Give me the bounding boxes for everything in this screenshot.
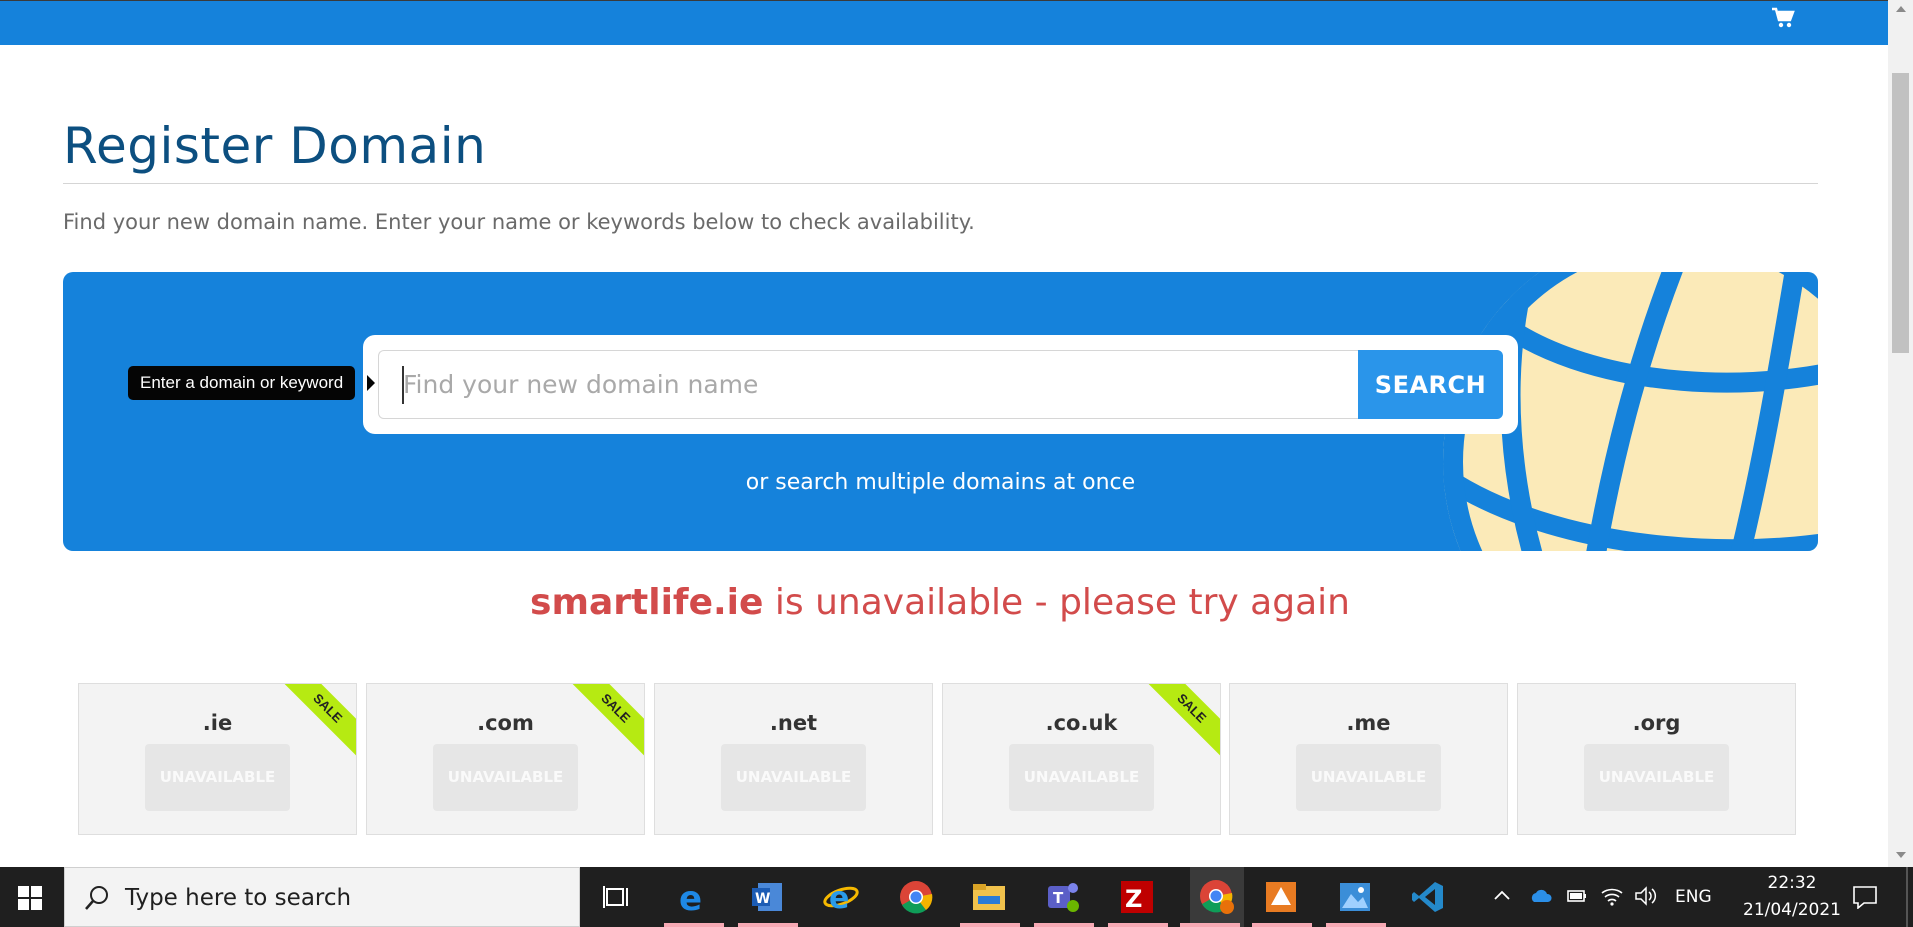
tld-name: .org	[1632, 711, 1681, 735]
active-app-indicator	[1326, 923, 1386, 927]
availability-status-text: is unavailable - please try again	[763, 582, 1350, 623]
intro-text: Find your new domain name. Enter your na…	[63, 210, 975, 234]
top-nav-bar	[0, 0, 1888, 45]
svg-text:W: W	[755, 891, 770, 907]
active-app-indicator	[960, 923, 1020, 927]
clock-date[interactable]: 21/04/2021	[1727, 900, 1857, 920]
svg-text:T: T	[1053, 889, 1064, 907]
search-icon	[85, 886, 108, 910]
teams-icon[interactable]: T	[1044, 877, 1082, 917]
filezilla-icon[interactable]: Z	[1118, 877, 1156, 917]
language-indicator[interactable]: ENG	[1675, 887, 1712, 907]
tld-card-ie: .ie UNAVAILABLE SALE	[78, 683, 357, 835]
domain-search-input[interactable]	[378, 350, 1358, 419]
searched-domain: smartlife.ie	[530, 582, 764, 623]
active-app-indicator	[1180, 923, 1240, 927]
tld-status-button[interactable]: UNAVAILABLE	[433, 744, 578, 811]
tld-card-org: .org UNAVAILABLE	[1517, 683, 1796, 835]
show-desktop-button[interactable]	[1906, 867, 1908, 927]
tld-status-button[interactable]: UNAVAILABLE	[1296, 744, 1441, 811]
chrome-icon[interactable]	[897, 877, 935, 917]
edge-icon[interactable]: e	[674, 877, 712, 917]
photos-icon[interactable]	[1336, 877, 1374, 917]
search-tooltip: Enter a domain or keyword	[128, 366, 356, 400]
tld-status-button[interactable]: UNAVAILABLE	[1584, 744, 1729, 811]
title-divider	[63, 183, 1818, 184]
active-app-indicator	[738, 923, 798, 927]
tooltip-arrow	[367, 375, 375, 391]
availability-message: smartlife.ie is unavailable - please try…	[0, 582, 1880, 623]
scrollbar-thumb[interactable]	[1892, 73, 1909, 353]
chevron-up-icon[interactable]	[1494, 889, 1510, 901]
volume-icon[interactable]	[1634, 886, 1658, 906]
tld-card-net: .net UNAVAILABLE	[654, 683, 933, 835]
shopping-cart-icon[interactable]	[1771, 7, 1795, 29]
scroll-up-arrow-icon[interactable]	[1896, 6, 1906, 12]
browser-page: Register Domain Find your new domain nam…	[0, 0, 1913, 927]
clock-time[interactable]: 22:32	[1752, 873, 1832, 893]
search-box: SEARCH	[363, 335, 1518, 434]
tld-status-button[interactable]: UNAVAILABLE	[721, 744, 866, 811]
notification-icon[interactable]	[1852, 885, 1878, 909]
tld-name: .me	[1346, 711, 1391, 735]
battery-icon[interactable]	[1564, 887, 1588, 905]
taskbar-search-placeholder: Type here to search	[125, 885, 352, 911]
tld-status-button[interactable]: UNAVAILABLE	[1009, 744, 1154, 811]
tld-status-button[interactable]: UNAVAILABLE	[145, 744, 290, 811]
svg-text:e: e	[679, 880, 702, 914]
chrome-profile-icon[interactable]	[1190, 867, 1244, 927]
active-app-indicator	[1034, 923, 1094, 927]
word-icon[interactable]: W	[748, 877, 786, 917]
active-app-indicator	[664, 923, 724, 927]
page-scrollbar[interactable]	[1888, 0, 1913, 867]
tld-card-co-uk: .co.uk UNAVAILABLE SALE	[942, 683, 1221, 835]
file-explorer-icon[interactable]	[970, 877, 1008, 917]
scroll-down-arrow-icon[interactable]	[1896, 852, 1906, 858]
windows-start-icon[interactable]	[18, 886, 42, 910]
tld-card-me: .me UNAVAILABLE	[1229, 683, 1508, 835]
domain-search-panel: SEARCH or search multiple domains at onc…	[63, 272, 1818, 551]
taskbar-search-box[interactable]: Type here to search	[64, 867, 580, 927]
page-title: Register Domain	[63, 117, 487, 175]
svg-text:Z: Z	[1125, 885, 1142, 913]
search-button[interactable]: SEARCH	[1358, 350, 1503, 419]
active-app-indicator	[1252, 923, 1312, 927]
wifi-icon[interactable]	[1600, 885, 1624, 907]
active-app-indicator	[1108, 923, 1168, 927]
onedrive-icon[interactable]	[1528, 887, 1552, 903]
tld-name: .net	[769, 711, 818, 735]
vscode-icon[interactable]	[1409, 877, 1447, 917]
bulk-search-link[interactable]: or search multiple domains at once	[63, 470, 1818, 495]
internet-explorer-icon[interactable]: e	[822, 877, 860, 917]
windows-taskbar: Type here to search e W e T Z ENG 22:32 …	[0, 867, 1913, 927]
svg-text:e: e	[829, 881, 849, 914]
app-icon[interactable]	[1262, 877, 1300, 917]
tld-card-com: .com UNAVAILABLE SALE	[366, 683, 645, 835]
task-view-icon[interactable]	[598, 877, 636, 917]
text-cursor	[402, 366, 404, 404]
